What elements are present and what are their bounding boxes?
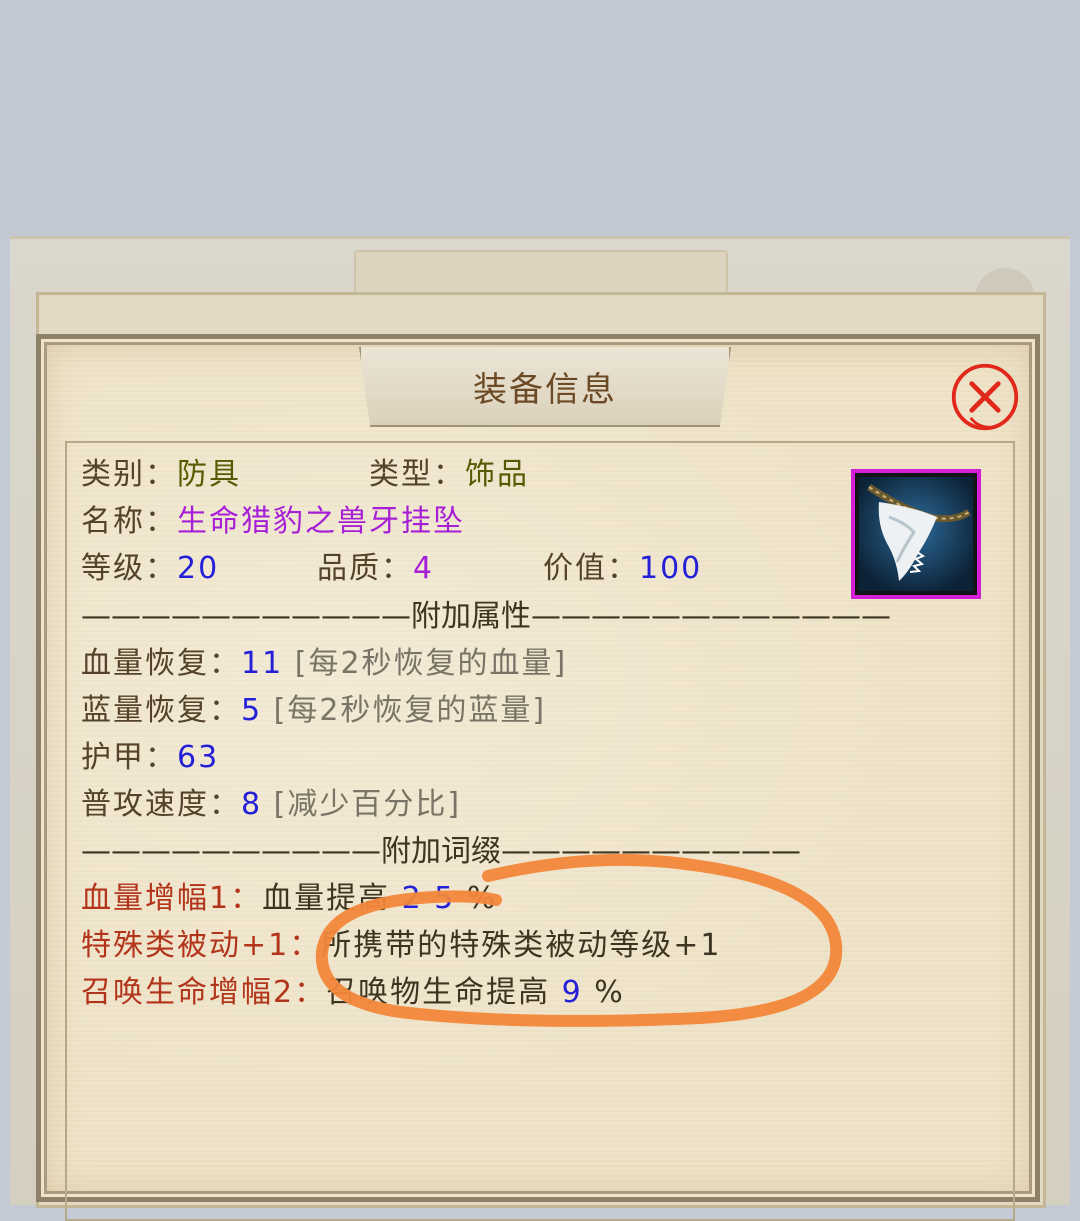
quality-value: 4 <box>413 551 435 586</box>
attack-speed-note: [减少百分比] <box>273 787 462 822</box>
affix1-label: 血量增幅1： <box>81 881 263 916</box>
equipment-info-dialog: 装备信息 类别：防具 类型：饰品 名称：生命猎豹之兽牙挂坠 等级：20 品质：4… <box>36 334 1040 1221</box>
armor-row: 护甲：63 <box>81 736 219 780</box>
affix2-label: 特殊类被动+1： <box>81 928 322 963</box>
close-button[interactable] <box>949 361 1021 433</box>
attributes-divider: ———————————附加属性———————————— <box>81 599 891 634</box>
affix-row-1: 血量增幅1：血量提高 2 5 % <box>81 877 497 921</box>
level-row: 等级：20 <box>81 547 219 591</box>
affix1-text: 血量提高 <box>262 881 391 916</box>
item-slot[interactable] <box>851 469 981 599</box>
affix-row-2: 特殊类被动+1：所携带的特殊类被动等级+1 <box>81 924 721 968</box>
price-label: 价值： <box>543 551 639 586</box>
affix3-unit: % <box>594 975 625 1010</box>
hp-regen-note: [每2秒恢复的血量] <box>294 646 568 681</box>
background-top <box>0 0 1080 236</box>
affix3-text: 召唤物生命提高 <box>326 975 551 1010</box>
attack-speed-label: 普攻速度： <box>81 787 241 822</box>
hp-regen-value: 11 <box>241 646 284 681</box>
dialog-title-tab: 装备信息 <box>359 347 731 427</box>
mp-regen-note: [每2秒恢复的蓝量] <box>273 693 547 728</box>
hp-regen-row: 血量恢复：11 [每2秒恢复的血量] <box>81 642 567 686</box>
mp-regen-value: 5 <box>241 693 263 728</box>
type-row: 类型：饰品 <box>369 453 529 497</box>
price-value: 100 <box>639 551 703 586</box>
attack-speed-value: 8 <box>241 787 263 822</box>
category-row: 类别：防具 <box>81 453 241 497</box>
level-value: 20 <box>177 551 220 586</box>
type-value: 饰品 <box>465 457 529 492</box>
item-name: 生命猎豹之兽牙挂坠 <box>177 504 465 539</box>
attack-speed-row: 普攻速度：8 [减少百分比] <box>81 783 461 827</box>
mp-regen-row: 蓝量恢复：5 [每2秒恢复的蓝量] <box>81 689 546 733</box>
affix3-value: 9 <box>561 975 583 1010</box>
mp-regen-label: 蓝量恢复： <box>81 693 241 728</box>
category-label: 类别： <box>81 457 177 492</box>
category-value: 防具 <box>177 457 241 492</box>
close-icon <box>951 363 1019 431</box>
affix1-unit: % <box>466 881 498 916</box>
name-row: 名称：生命猎豹之兽牙挂坠 <box>81 500 465 544</box>
affix2-text: 所携带的特殊类被动等级+1 <box>321 928 722 963</box>
affix3-label: 召唤生命增幅2： <box>81 975 327 1010</box>
affix1-value: 2 5 <box>401 881 456 916</box>
beast-fang-pendant-icon <box>859 477 973 591</box>
affix-row-3: 召唤生命增幅2：召唤物生命提高 9 % <box>81 971 625 1015</box>
quality-label: 品质： <box>317 551 413 586</box>
affixes-divider: ——————————附加词缀—————————— <box>81 834 801 869</box>
level-label: 等级： <box>81 551 177 586</box>
dialog-title: 装备信息 <box>473 369 617 410</box>
hp-regen-label: 血量恢复： <box>81 646 241 681</box>
name-label: 名称： <box>81 504 177 539</box>
armor-value: 63 <box>177 740 220 775</box>
quality-row: 品质：4 <box>317 547 434 591</box>
armor-label: 护甲： <box>81 740 177 775</box>
type-label: 类型： <box>369 457 465 492</box>
price-row: 价值：100 <box>543 547 702 591</box>
